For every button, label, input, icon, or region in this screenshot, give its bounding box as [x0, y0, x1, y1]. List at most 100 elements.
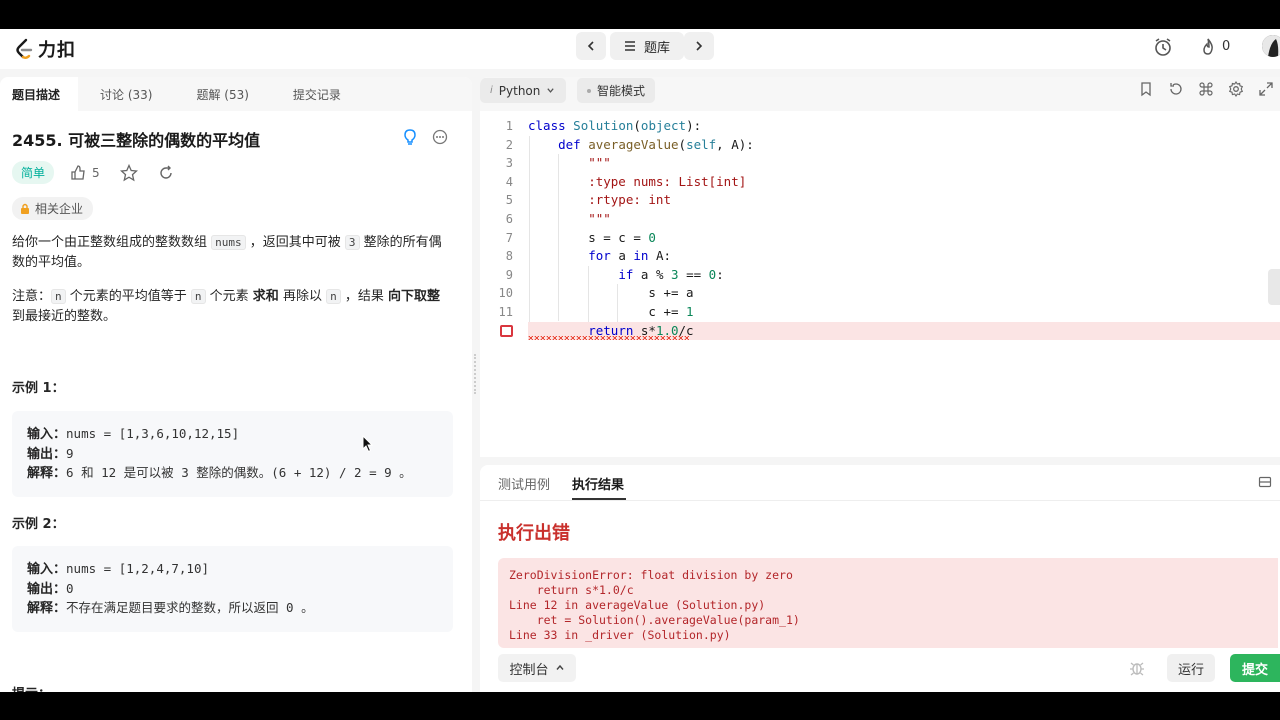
submit-button[interactable]: 提交: [1230, 654, 1280, 682]
code-line: 2 def averageValue(self, A):: [480, 136, 1280, 155]
problem-bank-button[interactable]: 题库: [610, 32, 684, 60]
related-companies-tag[interactable]: 相关企业: [12, 197, 94, 220]
code-area[interactable]: 1 class Solution(object): 2 def averageVa…: [480, 117, 1280, 341]
code-editor-panel: i Python 智能模式 1 class Solution(object):: [480, 77, 1280, 457]
code-line: 11 c += 1: [480, 303, 1280, 322]
line-number: 6: [505, 211, 513, 226]
code-line: 7 s = c = 0: [480, 229, 1280, 248]
input-label: 输入：: [27, 427, 67, 442]
tab-testcase[interactable]: 测试用例: [498, 474, 550, 493]
code-text: """: [588, 210, 611, 226]
desc-text: ，结果: [340, 289, 388, 304]
code-text: s = c = 0: [528, 229, 656, 245]
line-number: 3: [505, 156, 513, 171]
logo[interactable]: 力扣: [14, 36, 76, 62]
code-text: class Solution(object):: [528, 118, 702, 133]
code-text: c += 1: [528, 303, 694, 319]
debug-bug-icon[interactable]: [1128, 659, 1146, 677]
code-line: 4 :type nums: List[int]: [480, 173, 1280, 192]
reset-icon[interactable]: [1168, 81, 1184, 97]
error-line: ZeroDivisionError: float division by zer…: [509, 568, 793, 582]
fire-icon[interactable]: [1198, 37, 1218, 57]
like-button[interactable]: 5: [70, 164, 100, 181]
problem-title: 2455. 可被三整除的偶数的平均值: [12, 131, 261, 150]
error-line: Line 33 in _driver (Solution.py): [509, 628, 731, 642]
streak-count: 0: [1222, 39, 1231, 54]
inline-code: 3: [344, 235, 360, 250]
inline-code: n: [190, 289, 206, 304]
chevron-down-icon: [547, 88, 555, 93]
difficulty-badge: 简单: [12, 161, 55, 184]
bookmark-icon[interactable]: [1138, 81, 1154, 97]
tab-description[interactable]: 题目描述: [0, 77, 79, 111]
error-squiggle: [528, 335, 689, 340]
inline-code: nums: [211, 235, 246, 250]
code-line: 5 :rtype: int: [480, 191, 1280, 210]
desc-text: 给你一个由正整数组成的整数数组: [12, 235, 212, 250]
editor-toolbar: i Python 智能模式: [480, 77, 1280, 111]
side-panel-handle[interactable]: [1268, 269, 1280, 305]
code-line: 9 if a % 3 == 0:: [480, 266, 1280, 285]
next-problem-button[interactable]: [684, 32, 714, 60]
code-text: :rtype: int: [528, 192, 671, 208]
tab-result[interactable]: 执行结果: [572, 474, 624, 493]
example-2-explain: 不存在满足题目要求的整数，所以返回 0 。: [66, 600, 314, 615]
error-title: 执行出错: [498, 523, 570, 544]
layout-toggle-icon[interactable]: [1258, 475, 1272, 489]
fullscreen-icon[interactable]: [1258, 81, 1274, 97]
settings-gear-icon[interactable]: [1228, 81, 1244, 97]
line-number: 8: [505, 249, 513, 264]
line-number: 4: [505, 174, 513, 189]
desc-text: ，返回其中可被: [245, 235, 345, 250]
inline-code: n: [51, 289, 66, 304]
console-toggle-button[interactable]: 控制台: [498, 654, 576, 682]
console-actions: 控制台 运行 提交: [480, 649, 1280, 692]
prev-problem-button[interactable]: [576, 32, 606, 60]
command-icon[interactable]: [1198, 81, 1214, 97]
share-icon[interactable]: [158, 165, 174, 181]
example-2-box: 输入：nums = [1,2,4,7,10] 输出：0 解释：不存在满足题目要求…: [12, 546, 453, 632]
avatar[interactable]: [1262, 35, 1280, 57]
app-frame: 力扣 题库 0 题目描述 讨论 (33) 题解 (53) 提交记录 2455. …: [0, 29, 1280, 692]
tab-discussion[interactable]: 讨论 (33): [78, 77, 174, 111]
input-label: 输入：: [27, 562, 67, 577]
chevron-right-icon: [696, 41, 703, 51]
line-number: 5: [505, 193, 513, 208]
mouse-cursor-icon: [362, 435, 374, 453]
language-select[interactable]: i Python: [480, 78, 566, 103]
language-label: Python: [498, 83, 541, 98]
desc-text: 个元素的平均值等于: [65, 289, 191, 304]
code-text: s += a: [528, 285, 694, 301]
run-button[interactable]: 运行: [1167, 654, 1215, 682]
related-companies-label: 相关企业: [35, 202, 84, 216]
example-1-title: 示例 1：: [12, 381, 65, 396]
star-icon[interactable]: [119, 163, 138, 182]
console-tabs: 测试用例 执行结果: [480, 465, 1280, 501]
code-line-error: return s*1.0/c: [500, 321, 1280, 341]
chevron-left-icon: [587, 41, 594, 51]
info-icon: i: [490, 85, 493, 96]
chevron-up-icon: [555, 664, 564, 670]
desc-text: 个元素: [205, 289, 253, 304]
more-options-icon[interactable]: [432, 129, 448, 145]
example-1-output: 9: [66, 445, 74, 461]
smart-mode-label: 智能模式: [597, 84, 646, 98]
desc-text: 到最接近的整数。: [12, 309, 117, 324]
alarm-clock-icon[interactable]: [1153, 37, 1173, 57]
list-icon: [624, 41, 635, 51]
splitter-grip[interactable]: [474, 354, 476, 394]
lock-icon: [21, 203, 29, 214]
tab-submissions[interactable]: 提交记录: [271, 77, 363, 111]
lightbulb-icon[interactable]: [402, 129, 418, 145]
leetcode-logo-icon: [16, 38, 33, 59]
description-tabs: 题目描述 讨论 (33) 题解 (53) 提交记录: [0, 77, 472, 111]
desc-bold: 求和: [252, 289, 279, 304]
example-1-box: 输入：nums = [1,3,6,10,12,15] 输出：9 解释：6 和 1…: [12, 411, 453, 497]
console-panel: 测试用例 执行结果 执行出错 ZeroDivisionError: float …: [480, 465, 1280, 692]
example-2-output: 0: [66, 580, 74, 596]
error-marker-icon: [500, 324, 513, 337]
code-line: 3 """: [480, 154, 1280, 173]
tab-solutions[interactable]: 题解 (53): [174, 77, 270, 111]
smart-mode-toggle[interactable]: 智能模式: [577, 78, 655, 103]
example-1-explain: 6 和 12 是可以被 3 整除的偶数。(6 + 12) / 2 = 9 。: [66, 465, 412, 480]
